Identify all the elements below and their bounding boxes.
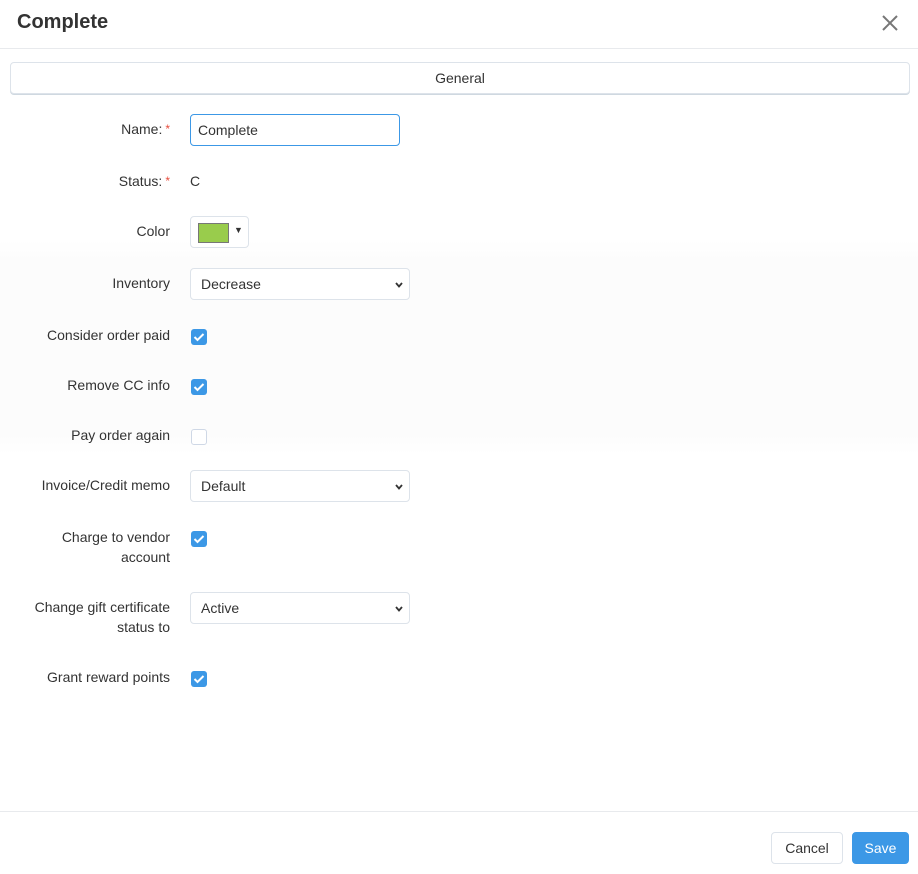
charge-to-vendor-checkbox[interactable] [191,531,207,547]
tab-bar: General [10,62,910,94]
chevron-down-icon [395,484,403,490]
charge-to-vendor-label: Charge to vendor account [0,527,170,567]
consider-order-paid-checkbox[interactable] [191,329,207,345]
status-label: Status: * [0,171,170,191]
checkmark-icon [193,675,205,684]
pay-order-again-label: Pay order again [71,427,170,443]
chevron-down-icon [395,606,403,612]
caret-down-icon: ▼ [234,225,243,235]
gift-certificate-status-select[interactable]: Active [190,592,410,624]
grant-reward-points-checkbox[interactable] [191,671,207,687]
color-swatch [198,223,229,243]
dialog-header: Complete [0,0,918,49]
charge-to-vendor-label-line1: Charge to vendor [61,529,170,545]
gift-certificate-status-label-line2: status to [117,619,170,635]
gift-certificate-status-label-line1: Change gift certificate [34,599,170,615]
status-label-text: Status: [118,173,163,189]
chevron-down-icon [395,282,403,288]
gift-certificate-status-label: Change gift certificate status to [0,597,170,637]
required-marker: * [165,174,170,188]
color-label: Color [136,223,170,239]
name-input[interactable] [190,114,400,146]
tab-general[interactable]: General [11,63,909,93]
inventory-label: Inventory [112,275,170,291]
inventory-select-value: Decrease [201,276,261,292]
grant-reward-points-label: Grant reward points [47,669,170,685]
required-marker: * [165,122,170,136]
status-value: C [190,173,201,189]
dialog-footer: Cancel Save [0,811,918,874]
invoice-credit-memo-select-value: Default [201,478,246,494]
inventory-select[interactable]: Decrease [190,268,410,300]
color-picker[interactable]: ▼ [190,216,249,248]
remove-cc-info-label: Remove CC info [67,377,170,393]
charge-to-vendor-label-line2: account [120,549,170,565]
gift-certificate-status-select-value: Active [201,600,240,616]
dialog-title: Complete [17,11,109,33]
invoice-credit-memo-label: Invoice/Credit memo [41,477,170,493]
close-button[interactable] [878,11,902,35]
checkmark-icon [193,333,205,342]
checkmark-icon [193,535,205,544]
pay-order-again-checkbox[interactable] [191,429,207,445]
save-button[interactable]: Save [852,832,909,864]
cancel-button[interactable]: Cancel [771,832,843,864]
invoice-credit-memo-select[interactable]: Default [190,470,410,502]
name-label: Name: * [0,119,170,139]
close-icon [882,15,898,31]
checkmark-icon [193,383,205,392]
remove-cc-info-checkbox[interactable] [191,379,207,395]
consider-order-paid-label: Consider order paid [47,327,170,343]
name-label-text: Name: [121,121,163,137]
